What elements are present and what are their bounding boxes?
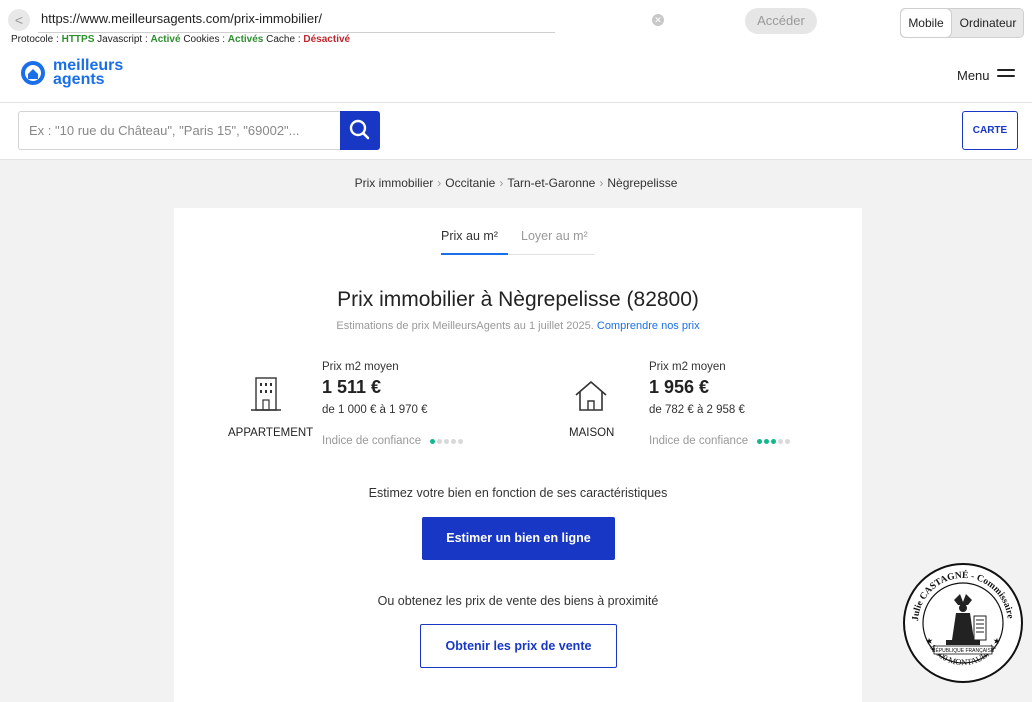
stamp-band-text: RÉPUBLIQUE FRANÇAISE [932, 647, 995, 654]
understand-prices-link[interactable]: Comprendre nos prix [597, 320, 700, 332]
apartment-confidence: Indice de confiance [322, 435, 465, 447]
apartment-price: 1 511 € [322, 377, 382, 397]
desktop-mode-button[interactable]: Ordinateur [953, 9, 1023, 37]
confidence-dot [785, 439, 791, 444]
logo-text[interactable]: meilleurs agents [53, 58, 123, 88]
map-button[interactable]: CARTE [962, 111, 1018, 150]
confidence-dot [451, 439, 457, 444]
browser-toolbar: < https://www.meilleursagents.com/prix-i… [0, 0, 1032, 48]
confidence-dot [437, 439, 443, 444]
protocol-value: HTTPS [61, 34, 95, 45]
cookies-label: Cookies : [183, 34, 225, 45]
breadcrumb-item-tarn-et-garonne[interactable]: Tarn-et-Garonne [507, 176, 595, 190]
javascript-value: Activé [150, 34, 181, 45]
breadcrumb-separator-icon: › [499, 176, 504, 190]
house-icon [575, 381, 607, 411]
apartment-label: APPARTEMENT [228, 427, 314, 439]
house-confidence-label: Indice de confiance [649, 435, 749, 448]
estimation-subtitle: Estimations de prix MeilleursAgents au 1… [174, 320, 862, 332]
tab-loyer-m2[interactable]: Loyer au m² [521, 229, 588, 253]
price-tabs: Prix au m² Loyer au m² [441, 228, 595, 255]
search-bar: CARTE [0, 103, 1032, 160]
bailiff-seal-stamp: SELARL Julie CASTAGNÉ - Commissaire de J… [902, 560, 1023, 683]
url-underline [38, 32, 555, 33]
estimate-online-button[interactable]: Estimer un bien en ligne [422, 517, 615, 560]
url-field[interactable]: https://www.meilleursagents.com/prix-imm… [41, 11, 322, 26]
cookies-value: Activés [227, 34, 264, 45]
house-confidence: Indice de confiance [649, 435, 792, 447]
breadcrumb: Prix immobilier › Occitanie › Tarn-et-Garonn… [0, 176, 1032, 190]
site-header: meilleurs agents Menu [0, 48, 1032, 103]
breadcrumb-item-occitanie[interactable]: Occitanie [445, 176, 495, 190]
page-title: Prix immobilier à Nègrepelisse (82800) [337, 288, 699, 311]
estimate-prompt: Estimez votre bien en fonction de ses ca… [368, 486, 668, 500]
clear-url-icon[interactable]: ✕ [652, 14, 664, 26]
menu-label[interactable]: Menu [957, 68, 990, 83]
go-button[interactable]: Accéder [745, 8, 817, 34]
confidence-dot [444, 439, 450, 444]
apartment-confidence-dots [430, 435, 465, 447]
confidence-dot [757, 439, 763, 444]
house-avg-label: Prix m2 moyen [649, 361, 726, 373]
breadcrumb-item-prix-immobilier[interactable]: Prix immobilier [355, 176, 434, 190]
confidence-dot [764, 439, 770, 444]
protocol-label: Protocole : [11, 34, 59, 45]
protocol-info: Protocole : HTTPS Javascript : Activé Co… [11, 34, 350, 45]
back-button[interactable]: < [8, 9, 30, 31]
apartment-confidence-label: Indice de confiance [322, 435, 422, 448]
confidence-dot [778, 439, 784, 444]
search-icon [349, 119, 370, 140]
confidence-dot [430, 439, 436, 444]
javascript-label: Javascript : [97, 34, 148, 45]
house-confidence-dots [757, 435, 792, 447]
breadcrumb-item-negrepelisse: Nègrepelisse [607, 176, 678, 190]
apartment-avg-label: Prix m2 moyen [322, 361, 399, 373]
house-price: 1 956 € [649, 377, 710, 397]
confidence-dot [771, 439, 777, 444]
address-search-input[interactable] [18, 111, 340, 150]
estimation-date-text: Estimations de prix MeilleursAgents au 1… [336, 320, 594, 332]
view-mode-toggle: Mobile Ordinateur [900, 8, 1024, 38]
apartment-price-range: de 1 000 € à 1 970 € [322, 404, 428, 416]
logo-line2: agents [53, 71, 105, 88]
price-card: Prix au m² Loyer au m² Prix immobilier à… [174, 208, 862, 702]
cache-label: Cache : [266, 34, 301, 45]
tab-prix-m2[interactable]: Prix au m² [441, 229, 508, 255]
cache-value: Désactivé [303, 34, 351, 45]
hamburger-menu-icon[interactable] [997, 69, 1015, 81]
get-sale-prices-button[interactable]: Obtenir les prix de vente [420, 624, 617, 668]
logo-house-icon[interactable] [20, 60, 46, 86]
house-price-range: de 782 € à 2 958 € [649, 404, 745, 416]
breadcrumb-separator-icon: › [437, 176, 442, 190]
apartment-building-icon [251, 377, 281, 411]
mobile-mode-button[interactable]: Mobile [901, 9, 951, 37]
confidence-dot [458, 439, 464, 444]
sale-prices-prompt: Ou obtenez les prix de vente des biens à… [377, 594, 659, 608]
breadcrumb-separator-icon: › [599, 176, 604, 190]
house-label: MAISON [569, 427, 615, 439]
search-button[interactable] [340, 111, 380, 150]
